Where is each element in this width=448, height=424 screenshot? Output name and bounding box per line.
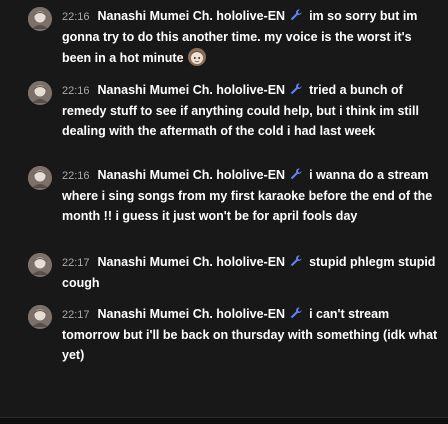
avatar-image-icon <box>28 166 52 190</box>
avatar[interactable] <box>28 81 52 105</box>
message-timestamp: 22:17 <box>62 309 90 321</box>
chat-message: 22:17 Nanashi Mumei Ch. hololive-EN i can'… <box>0 304 448 365</box>
author-name[interactable]: Nanashi Mumei Ch. hololive-EN <box>98 307 286 321</box>
author-name[interactable]: Nanashi Mumei Ch. hololive-EN <box>98 83 286 97</box>
avatar-image-icon <box>28 7 52 31</box>
message-timestamp: 22:17 <box>62 257 90 269</box>
avatar-image-icon <box>28 305 52 329</box>
chat-message: 22:16 Nanashi Mumei Ch. hololive-EN tried … <box>0 80 448 141</box>
author-name[interactable]: Nanashi Mumei Ch. hololive-EN <box>98 168 286 182</box>
avatar[interactable] <box>28 166 52 190</box>
avatar-image-icon <box>28 81 52 105</box>
avatar[interactable] <box>28 7 52 31</box>
message-timestamp: 22:16 <box>62 170 90 182</box>
chat-message: 22:17 Nanashi Mumei Ch. hololive-EN stupid… <box>0 252 448 293</box>
live-chat-panel: 22:16 Nanashi Mumei Ch. hololive-EN im so … <box>0 0 448 424</box>
moderator-wrench-icon <box>289 8 303 22</box>
chat-message: 22:16 Nanashi Mumei Ch. hololive-EN im so … <box>0 6 448 68</box>
moderator-wrench-icon <box>289 254 303 268</box>
moderator-wrench-icon <box>289 82 303 96</box>
chat-message: 22:16 Nanashi Mumei Ch. hololive-EN i wann… <box>0 165 448 226</box>
message-timestamp: 22:16 <box>62 11 90 23</box>
avatar[interactable] <box>28 305 52 329</box>
message-timestamp: 22:16 <box>62 85 90 97</box>
avatar[interactable] <box>28 253 52 277</box>
author-name[interactable]: Nanashi Mumei Ch. hololive-EN <box>98 9 286 23</box>
moderator-wrench-icon <box>289 306 303 320</box>
author-name[interactable]: Nanashi Mumei Ch. hololive-EN <box>98 255 286 269</box>
moderator-wrench-icon <box>289 167 303 181</box>
chat-bottom-divider <box>0 417 448 424</box>
avatar-image-icon <box>28 253 52 277</box>
mumei-emote-icon <box>187 47 207 67</box>
